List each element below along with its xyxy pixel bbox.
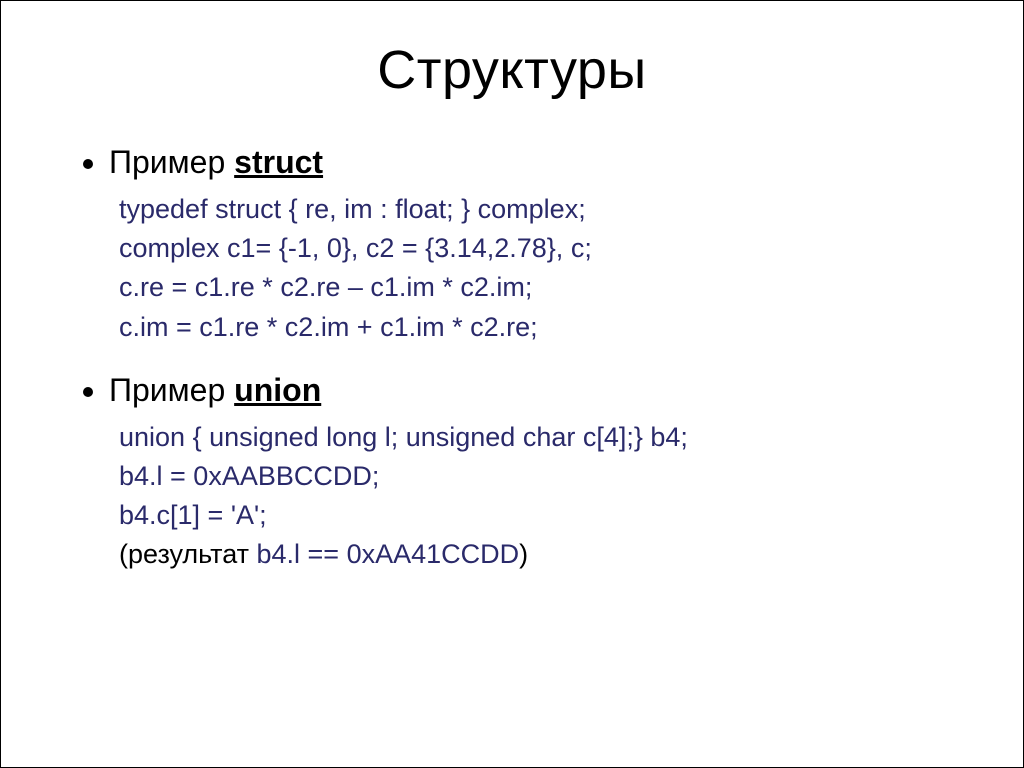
- result-value: b4.l == 0xAA41CCDD: [249, 539, 519, 569]
- slide-title: Структуры: [61, 39, 963, 101]
- result-label: результат: [128, 539, 249, 569]
- bullet-keyword-struct: struct: [234, 144, 323, 180]
- content-list: Пример struct typedef struct { re, im : …: [61, 141, 963, 575]
- slide-container: Структуры Пример struct typedef struct {…: [0, 0, 1024, 768]
- bullet-keyword-union: union: [234, 372, 321, 408]
- bullet-union: Пример union union { unsigned long l; un…: [109, 369, 963, 575]
- code-line: b4.l = 0xAABBCCDD;: [119, 457, 963, 496]
- bullet-label-prefix: Пример: [109, 372, 234, 408]
- struct-code-block: typedef struct { re, im : float; } compl…: [109, 190, 963, 347]
- code-line: complex c1= {-1, 0}, c2 = {3.14,2.78}, c…: [119, 229, 963, 268]
- code-line: c.re = c1.re * c2.re – c1.im * c2.im;: [119, 268, 963, 307]
- code-line: b4.c[1] = 'A';: [119, 496, 963, 535]
- code-line: c.im = c1.re * c2.im + c1.im * c2.re;: [119, 308, 963, 347]
- code-line: union { unsigned long l; unsigned char c…: [119, 418, 963, 457]
- code-line-result: (результат b4.l == 0xAA41CCDD): [119, 535, 963, 574]
- result-open-paren: (: [119, 539, 128, 569]
- union-code-block: union { unsigned long l; unsigned char c…: [109, 418, 963, 575]
- bullet-label-prefix: Пример: [109, 144, 234, 180]
- code-line: typedef struct { re, im : float; } compl…: [119, 190, 963, 229]
- bullet-struct: Пример struct typedef struct { re, im : …: [109, 141, 963, 347]
- result-close-paren: ): [519, 539, 528, 569]
